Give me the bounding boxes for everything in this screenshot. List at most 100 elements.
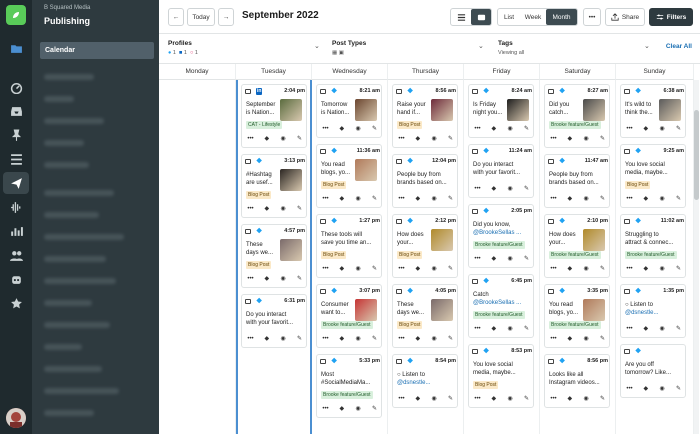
- post-card[interactable]: ❖ 11:02 am Struggling to attract & connec..…: [620, 214, 686, 278]
- more-icon[interactable]: •••: [549, 196, 558, 203]
- more-icon[interactable]: •••: [246, 336, 255, 343]
- dashboard-icon[interactable]: [8, 80, 24, 94]
- tag-icon[interactable]: ◆: [337, 266, 346, 273]
- pencil-icon[interactable]: ✎: [295, 276, 304, 283]
- tag-icon[interactable]: ◆: [413, 196, 422, 203]
- pencil-icon[interactable]: ✎: [522, 396, 531, 403]
- eye-icon[interactable]: ◉: [279, 276, 288, 283]
- pencil-icon[interactable]: ✎: [674, 196, 683, 203]
- post-card[interactable]: ❖ 1:35 pm ○ Listen to @dsnestle... ••• ◆ ◉ ✎: [620, 284, 686, 338]
- more-icon[interactable]: •••: [321, 266, 330, 273]
- sidebar-item-blurred[interactable]: [44, 212, 99, 218]
- more-icon[interactable]: •••: [246, 136, 255, 143]
- tag-icon[interactable]: ◆: [337, 336, 346, 343]
- tag-icon[interactable]: ◆: [565, 396, 574, 403]
- pencil-icon[interactable]: ✎: [446, 396, 455, 403]
- post-thumbnail[interactable]: [431, 299, 453, 321]
- pencil-icon[interactable]: ✎: [370, 196, 379, 203]
- pencil-icon[interactable]: ✎: [446, 136, 455, 143]
- post-types-filter[interactable]: Post Types ▦ ▣ ⌄: [332, 35, 487, 64]
- tag-icon[interactable]: ◆: [413, 396, 422, 403]
- post-thumbnail[interactable]: [280, 169, 302, 191]
- tag-icon[interactable]: ◆: [565, 196, 574, 203]
- post-thumbnail[interactable]: [659, 99, 681, 121]
- share-button[interactable]: Share: [605, 8, 645, 26]
- post-card[interactable]: ❖ 3:13 pm #Hashtag are usef... Blog Post ••• ◆…: [241, 154, 307, 218]
- sidebar-item-blurred[interactable]: [44, 388, 119, 394]
- eye-icon[interactable]: ◉: [354, 406, 363, 413]
- tag-icon[interactable]: ◆: [262, 136, 271, 143]
- more-icon[interactable]: •••: [397, 336, 406, 343]
- eye-icon[interactable]: ◉: [279, 336, 288, 343]
- pencil-icon[interactable]: ✎: [674, 266, 683, 273]
- post-thumbnail[interactable]: [280, 239, 302, 261]
- pencil-icon[interactable]: ✎: [598, 396, 607, 403]
- post-card[interactable]: ❖ 8:56 pm Looks like all Instagram videos..…: [544, 354, 610, 408]
- post-thumbnail[interactable]: [507, 99, 529, 121]
- post-card[interactable]: ❖ 12:04 pm People buy from brands based on.…: [392, 154, 458, 208]
- sidebar-item-blurred[interactable]: [44, 140, 84, 146]
- list-icon[interactable]: [8, 152, 24, 166]
- sidebar-item-blurred[interactable]: [44, 190, 114, 196]
- scrollbar-thumb[interactable]: [694, 110, 699, 200]
- more-icon[interactable]: •••: [625, 326, 634, 333]
- tag-icon[interactable]: ◆: [489, 126, 498, 133]
- day-column-sunday[interactable]: ❖ 6:38 am It's wild to think the... ••• ◆ ◉ ✎ ❖ 9…: [616, 80, 694, 434]
- tag-icon[interactable]: ◆: [641, 386, 650, 393]
- more-icon[interactable]: •••: [321, 406, 330, 413]
- sidebar-item-blurred[interactable]: [44, 366, 102, 372]
- next-month-button[interactable]: →: [218, 8, 234, 26]
- tag-icon[interactable]: ◆: [565, 266, 574, 273]
- eye-icon[interactable]: ◉: [582, 196, 591, 203]
- more-icon[interactable]: •••: [321, 126, 330, 133]
- more-icon[interactable]: •••: [625, 196, 634, 203]
- post-card[interactable]: ❖ 2:05 pm Did you know, @BrookeSellas ... Br…: [468, 204, 534, 268]
- post-card[interactable]: ❖ 5:33 pm Most #SocialMediaMa... Brooke feat…: [316, 354, 382, 418]
- pencil-icon[interactable]: ✎: [674, 126, 683, 133]
- tags-filter[interactable]: Tags Viewing all ⌄: [498, 35, 653, 64]
- tag-icon[interactable]: ◆: [262, 336, 271, 343]
- inbox-icon[interactable]: [8, 104, 24, 118]
- eye-icon[interactable]: ◉: [582, 136, 591, 143]
- sidebar-item-blurred[interactable]: [44, 300, 92, 306]
- eye-icon[interactable]: ◉: [658, 196, 667, 203]
- tag-icon[interactable]: ◆: [489, 396, 498, 403]
- eye-icon[interactable]: ◉: [354, 336, 363, 343]
- tag-icon[interactable]: ◆: [413, 266, 422, 273]
- tag-icon[interactable]: ◆: [337, 406, 346, 413]
- post-thumbnail[interactable]: [583, 299, 605, 321]
- more-icon[interactable]: •••: [473, 326, 482, 333]
- more-icon[interactable]: •••: [397, 196, 406, 203]
- post-card[interactable]: ❖ 4:05 pm These days we... Blog Post ••• ◆ ◉ ✎: [392, 284, 458, 348]
- eye-icon[interactable]: ◉: [354, 266, 363, 273]
- pencil-icon[interactable]: ✎: [598, 266, 607, 273]
- star-icon[interactable]: [8, 296, 24, 310]
- reports-icon[interactable]: [8, 224, 24, 238]
- post-thumbnail[interactable]: [355, 159, 377, 181]
- post-card[interactable]: in 2:04 pm September is Nation... CAT - Life…: [241, 84, 307, 148]
- more-icon[interactable]: •••: [625, 266, 634, 273]
- sidebar-item-blurred[interactable]: [44, 118, 104, 124]
- post-thumbnail[interactable]: [431, 99, 453, 121]
- post-card[interactable]: ❖ 8:21 am Tomorrow is Nation... ••• ◆ ◉ ✎: [316, 84, 382, 138]
- send-icon[interactable]: [8, 176, 24, 190]
- pencil-icon[interactable]: ✎: [370, 406, 379, 413]
- tag-icon[interactable]: ◆: [489, 186, 498, 193]
- eye-icon[interactable]: ◉: [658, 266, 667, 273]
- view-list-tab[interactable]: List: [498, 9, 520, 25]
- tag-icon[interactable]: ◆: [262, 276, 271, 283]
- sidebar-item-blurred[interactable]: [44, 162, 89, 168]
- eye-icon[interactable]: ◉: [506, 126, 515, 133]
- day-column-friday[interactable]: ❖ 8:24 am Is Friday night you... ••• ◆ ◉ ✎ ❖ 11:2…: [464, 80, 540, 434]
- sidebar-item-blurred[interactable]: [44, 322, 110, 328]
- post-card[interactable]: ❖ 2:10 pm How does your... Brooke feature/Gu…: [544, 214, 610, 278]
- eye-icon[interactable]: ◉: [279, 136, 288, 143]
- eye-icon[interactable]: ◉: [506, 186, 515, 193]
- tag-icon[interactable]: ◆: [565, 136, 574, 143]
- post-card[interactable]: ❖ 11:24 am Do you interact with your favori…: [468, 144, 534, 198]
- pencil-icon[interactable]: ✎: [674, 386, 683, 393]
- post-card[interactable]: ❖ 2:12 pm How does your... Blog Post ••• ◆ ◉ ✎: [392, 214, 458, 278]
- day-column-saturday[interactable]: ❖ 8:27 am Did you catch... Brooke feature/Gu…: [540, 80, 616, 434]
- more-icon[interactable]: •••: [625, 386, 634, 393]
- pencil-icon[interactable]: ✎: [598, 136, 607, 143]
